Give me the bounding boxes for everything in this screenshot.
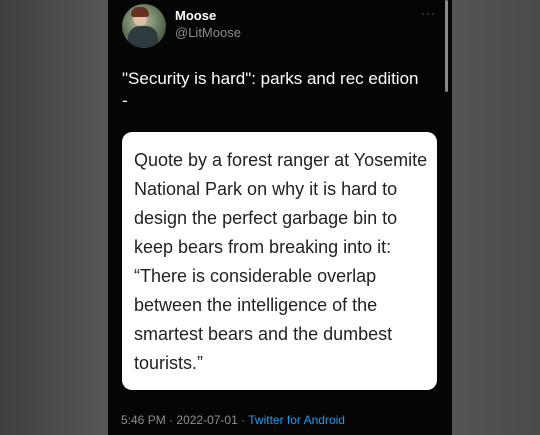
more-dots-icon[interactable]: ···: [421, 6, 436, 20]
meta-separator: ·: [169, 413, 174, 427]
quote-text: Quote by a forest ranger at Yosemite Nat…: [134, 150, 428, 373]
tweet-date[interactable]: 2022-07-01: [176, 413, 237, 427]
tweet-text: "Security is hard": parks and rec editio…: [122, 69, 419, 110]
background-right: [452, 0, 540, 435]
tweet-screen: Moose @LitMoose ··· "Security is hard": …: [108, 0, 452, 435]
avatar-hair: [131, 7, 149, 17]
avatar[interactable]: [122, 4, 166, 48]
background-left: [0, 0, 108, 435]
author-handle[interactable]: @LitMoose: [175, 25, 241, 40]
scrollbar[interactable]: [445, 0, 448, 92]
quote-image-card[interactable]: Quote by a forest ranger at Yosemite Nat…: [122, 132, 437, 390]
tweet-source-link[interactable]: Twitter for Android: [248, 413, 345, 427]
author-name[interactable]: Moose: [175, 8, 216, 23]
tweet-meta: 5:46 PM · 2022-07-01 · Twitter for Andro…: [121, 413, 345, 427]
tweet-time[interactable]: 5:46 PM: [121, 413, 166, 427]
avatar-body: [128, 26, 158, 48]
meta-separator: ·: [241, 413, 246, 427]
